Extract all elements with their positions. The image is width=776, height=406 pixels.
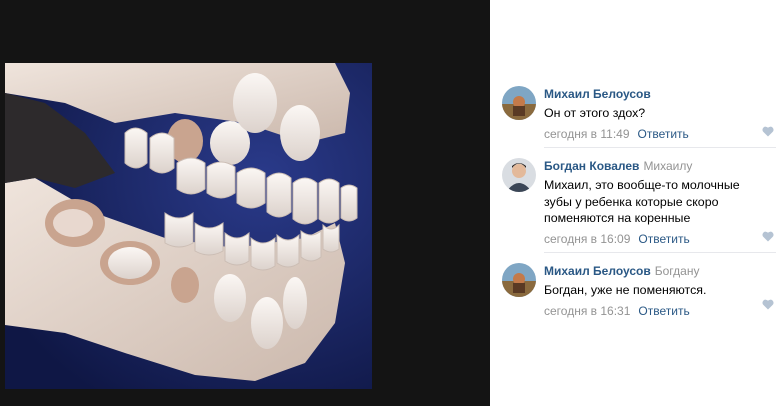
heart-icon[interactable] xyxy=(762,299,774,310)
comment-meta: сегодня в 16:31 Ответить xyxy=(544,303,766,319)
avatar[interactable] xyxy=(502,158,536,192)
photo-viewer xyxy=(0,0,490,406)
heart-icon[interactable] xyxy=(762,126,774,137)
photo-skull-teeth[interactable] xyxy=(5,63,372,389)
comments-panel: Михаил Белоусов Он от этого здох? сегодн… xyxy=(490,0,776,406)
person-avatar-icon xyxy=(502,158,536,192)
comment-body: Михаил Белоусов Богдану Богдан, уже не по… xyxy=(544,263,766,319)
comment-body: Богдан Ковалев Михаилу Михаил, это вообще… xyxy=(544,158,766,247)
reply-button[interactable]: Ответить xyxy=(638,127,689,141)
comment-header: Михаил Белоусов xyxy=(544,86,766,102)
comment-date-link[interactable]: сегодня в 11:49 xyxy=(544,127,630,141)
comment-text: Богдан, уже не поменяются. xyxy=(544,283,707,297)
comment-text: Михаил, это вообще-то молочные зубы у ре… xyxy=(544,178,740,225)
heart-icon[interactable] xyxy=(762,231,774,242)
comment-header: Богдан Ковалев Михаилу xyxy=(544,158,766,174)
comment-body: Михаил Белоусов Он от этого здох? сегодн… xyxy=(544,86,766,142)
comment-divider xyxy=(544,147,776,148)
comment-author-link[interactable]: Михаил Белоусов xyxy=(544,87,651,101)
comment-date-link[interactable]: сегодня в 16:31 xyxy=(544,304,630,318)
comment-author-link[interactable]: Богдан Ковалев xyxy=(544,159,639,173)
comment-meta: сегодня в 11:49 Ответить xyxy=(544,126,766,142)
comment-author-link[interactable]: Михаил Белоусов xyxy=(544,264,651,278)
comment-header: Михаил Белоусов Богдану xyxy=(544,263,766,279)
avatar[interactable] xyxy=(502,86,536,120)
skull-photo-image xyxy=(5,63,372,389)
avatar[interactable] xyxy=(502,263,536,297)
reply-to-name[interactable]: Михаилу xyxy=(643,159,692,173)
comment-text: Он от этого здох? xyxy=(544,106,646,120)
comment-meta: сегодня в 16:09 Ответить xyxy=(544,231,766,247)
landscape-avatar-icon xyxy=(502,86,536,120)
reply-to-name[interactable]: Богдану xyxy=(655,264,700,278)
reply-button[interactable]: Ответить xyxy=(638,304,689,318)
comment-divider xyxy=(544,252,776,253)
comment-date-link[interactable]: сегодня в 16:09 xyxy=(544,232,630,246)
reply-button[interactable]: Ответить xyxy=(638,232,689,246)
landscape-avatar-icon xyxy=(502,263,536,297)
